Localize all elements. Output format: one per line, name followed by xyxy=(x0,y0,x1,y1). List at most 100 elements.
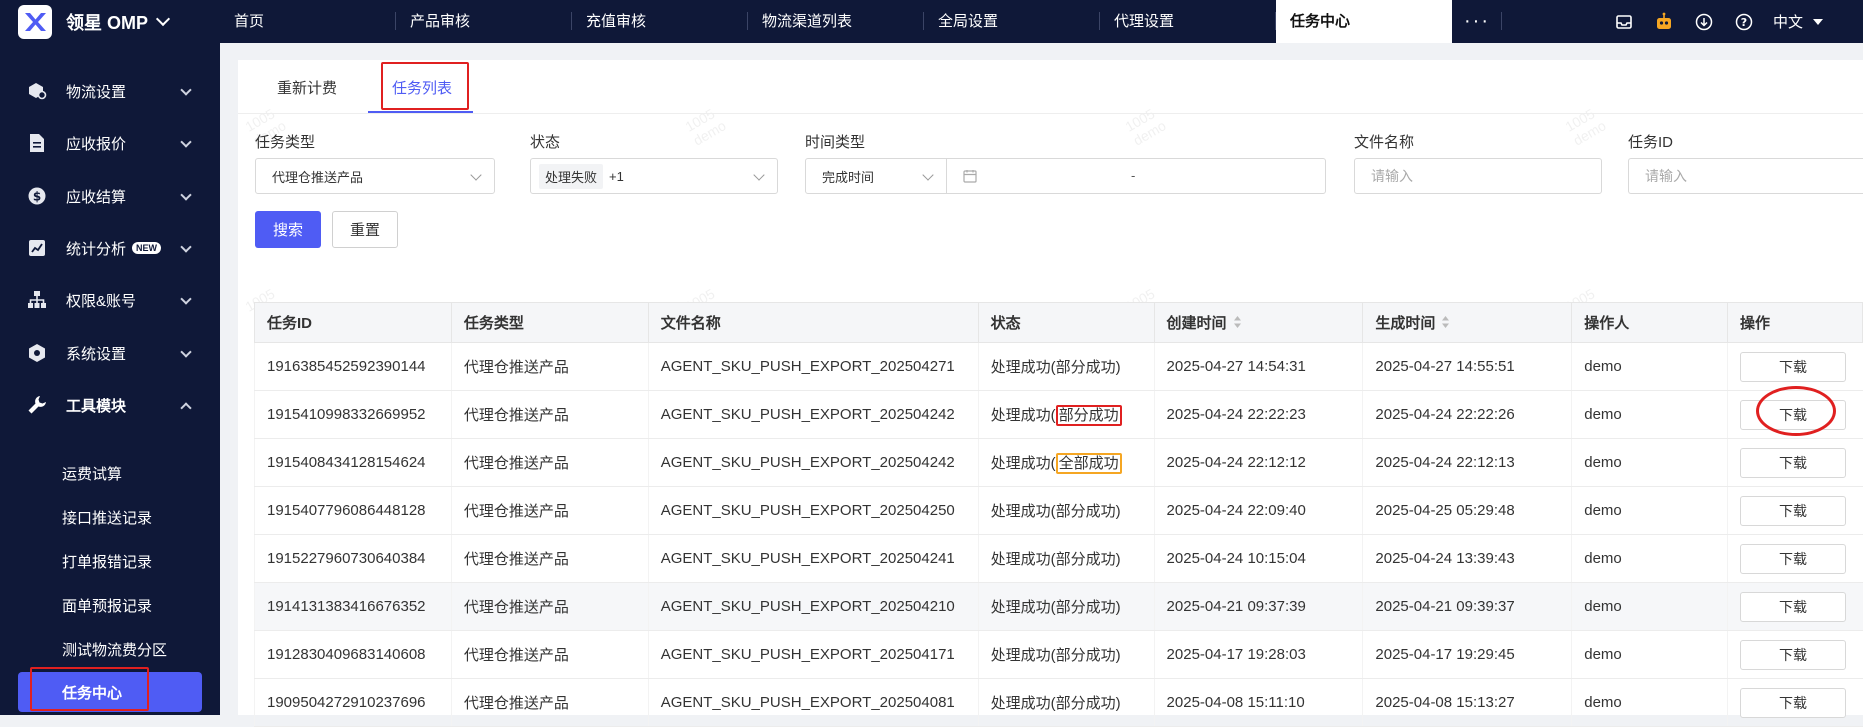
new-badge: NEW xyxy=(132,242,162,254)
table-row: 1915227960730640384 代理仓推送产品 AGENT_SKU_PU… xyxy=(254,534,1863,583)
download-button[interactable]: 下载 xyxy=(1739,687,1846,718)
time-type-label: 时间类型 xyxy=(805,134,866,151)
nav-tab-task-center[interactable]: 任务中心 xyxy=(1276,0,1452,43)
inbox-icon[interactable] xyxy=(1613,11,1635,33)
table-row: 1912830409683140608 代理仓推送产品 AGENT_SKU_PU… xyxy=(254,630,1863,679)
nav-tab-logistics-channels[interactable]: 物流渠道列表 xyxy=(748,0,924,43)
chevron-down-icon xyxy=(180,346,192,358)
cell-task-type: 代理仓推送产品 xyxy=(450,390,649,439)
cell-operator: demo xyxy=(1571,582,1728,631)
sidebar-item-system-settings[interactable]: 系统设置 xyxy=(0,328,220,378)
nav-tab-recharge-review[interactable]: 充值审核 xyxy=(572,0,748,43)
nav-tabs: 首页 产品审核 充值审核 物流渠道列表 全局设置 代理设置 任务中心 ··· xyxy=(220,0,1502,43)
cell-operator: demo xyxy=(1571,678,1728,727)
table-header-row: 任务ID 任务类型 文件名称 状态 创建时间 生成时间 操作人 操作 xyxy=(254,302,1863,343)
sub-item-api-push-log[interactable]: 接口推送记录 xyxy=(62,507,152,528)
sidebar-item-receivable-quote[interactable]: 应收报价 xyxy=(0,118,220,168)
chart-icon xyxy=(26,237,48,259)
download-button[interactable]: 下载 xyxy=(1739,495,1846,526)
nav-tab-agent-settings[interactable]: 代理设置 xyxy=(1100,0,1276,43)
cell-action: 下载 xyxy=(1726,582,1863,631)
task-table: 任务ID 任务类型 文件名称 状态 创建时间 生成时间 操作人 操作 19163… xyxy=(254,302,1863,727)
chevron-down-icon[interactable] xyxy=(155,11,171,26)
download-button[interactable]: 下载 xyxy=(1739,543,1846,574)
highlight-box xyxy=(30,667,149,711)
status-select[interactable]: 处理失败 +1 xyxy=(530,158,778,194)
nav-tab-home[interactable]: 首页 xyxy=(220,0,396,43)
download-button[interactable]: 下载 xyxy=(1739,639,1846,670)
cell-generated-time: 2025-04-27 14:55:51 xyxy=(1362,342,1572,391)
language-selector[interactable]: 中文 xyxy=(1773,11,1823,32)
highlight-box xyxy=(381,62,469,110)
nav-tab-product-review[interactable]: 产品审核 xyxy=(396,0,572,43)
chevron-down-icon xyxy=(180,293,192,305)
table-row: 1914131383416676352 代理仓推送产品 AGENT_SKU_PU… xyxy=(254,582,1863,631)
cell-task-type: 代理仓推送产品 xyxy=(450,678,649,727)
sub-item-test-freight-zone[interactable]: 测试物流费分区 xyxy=(62,639,167,660)
robot-icon[interactable] xyxy=(1653,11,1675,33)
cell-task-type: 代理仓推送产品 xyxy=(450,582,649,631)
cell-created-time: 2025-04-24 10:15:04 xyxy=(1153,534,1363,583)
col-generated-time[interactable]: 生成时间 xyxy=(1362,302,1573,343)
nav-tab-global-settings[interactable]: 全局设置 xyxy=(924,0,1100,43)
sort-icon[interactable] xyxy=(1441,315,1450,333)
sidebar-item-label: 应收报价 xyxy=(66,135,127,153)
cell-generated-time: 2025-04-25 05:29:48 xyxy=(1362,486,1572,535)
caret-down-icon xyxy=(1813,18,1823,25)
col-file-name: 文件名称 xyxy=(647,302,979,343)
file-name-input[interactable]: 请输入 xyxy=(1354,158,1602,194)
logo-icon xyxy=(18,4,52,39)
table-row: 1915408434128154624 代理仓推送产品 AGENT_SKU_PU… xyxy=(254,438,1863,487)
download-button[interactable]: 下载 xyxy=(1739,351,1846,382)
document-icon xyxy=(26,132,48,154)
app-title: 领星 OMP xyxy=(66,12,149,33)
chevron-down-icon xyxy=(180,241,192,253)
brand[interactable]: 领星 OMP xyxy=(18,0,171,43)
time-type-value: 完成时间 xyxy=(822,169,875,185)
cell-task-type: 代理仓推送产品 xyxy=(450,630,649,679)
date-range-picker[interactable]: - xyxy=(946,158,1326,194)
status-more-count: +1 xyxy=(609,168,624,184)
time-type-select[interactable]: 完成时间 xyxy=(805,158,947,194)
svg-text:?: ? xyxy=(1741,16,1747,29)
chevron-down-icon xyxy=(180,136,192,148)
sub-item-print-error-log[interactable]: 打单报错记录 xyxy=(62,551,152,572)
sort-icon[interactable] xyxy=(1233,315,1242,333)
cell-task-type: 代理仓推送产品 xyxy=(450,438,649,487)
download-icon[interactable] xyxy=(1693,11,1715,33)
download-button[interactable]: 下载 xyxy=(1739,447,1846,478)
sidebar-item-label: 系统设置 xyxy=(66,345,127,363)
language-label: 中文 xyxy=(1772,14,1803,31)
sub-item-freight-trial[interactable]: 运费试算 xyxy=(62,463,122,484)
sidebar-item-label: 物流设置 xyxy=(66,83,127,101)
top-bar: 领星 OMP 首页 产品审核 充值审核 物流渠道列表 全局设置 代理设置 任务中… xyxy=(0,0,1863,43)
sidebar-item-tools[interactable]: 工具模块 xyxy=(0,380,220,430)
sidebar-item-logistics-settings[interactable]: 物流设置 xyxy=(0,66,220,116)
reset-button[interactable]: 重置 xyxy=(332,211,398,248)
header-actions: ? 中文 xyxy=(1595,0,1863,43)
tab-recalculate[interactable]: 重新计费 xyxy=(277,77,337,98)
cell-task-type: 代理仓推送产品 xyxy=(450,342,649,391)
more-icon[interactable]: ··· xyxy=(1452,0,1502,43)
task-type-select[interactable]: 代理仓推送产品 xyxy=(255,158,495,194)
cell-action: 下载 xyxy=(1726,534,1863,583)
sidebar-item-receivable-settlement[interactable]: $ 应收结算 xyxy=(0,171,220,221)
search-button[interactable]: 搜索 xyxy=(255,211,321,248)
table-row: 1909504272910237696 代理仓推送产品 AGENT_SKU_PU… xyxy=(254,678,1863,727)
task-id-placeholder: 请输入 xyxy=(1645,168,1687,184)
cell-task-id: 1915410998332669952 xyxy=(254,390,452,439)
cell-file-name: AGENT_SKU_PUSH_EXPORT_202504242 xyxy=(647,390,979,439)
task-id-input[interactable]: 请输入 xyxy=(1628,158,1863,194)
cell-status: 处理成功(全部成功 xyxy=(977,438,1155,487)
sidebar-item-permissions[interactable]: 权限&账号 xyxy=(0,275,220,325)
cell-operator: demo xyxy=(1571,630,1728,679)
cell-task-id: 1915407796086448128 xyxy=(254,486,452,535)
col-created-time[interactable]: 创建时间 xyxy=(1153,302,1364,343)
download-button[interactable]: 下载 xyxy=(1739,591,1846,622)
sub-item-label-forecast-log[interactable]: 面单预报记录 xyxy=(62,595,152,616)
chevron-up-icon xyxy=(180,402,192,414)
sidebar-item-analytics[interactable]: 统计分析 NEW xyxy=(0,223,220,273)
help-icon[interactable]: ? xyxy=(1733,11,1755,33)
status-tag: 处理失败 xyxy=(539,163,604,189)
watermark: 1005demo xyxy=(1122,105,1169,149)
